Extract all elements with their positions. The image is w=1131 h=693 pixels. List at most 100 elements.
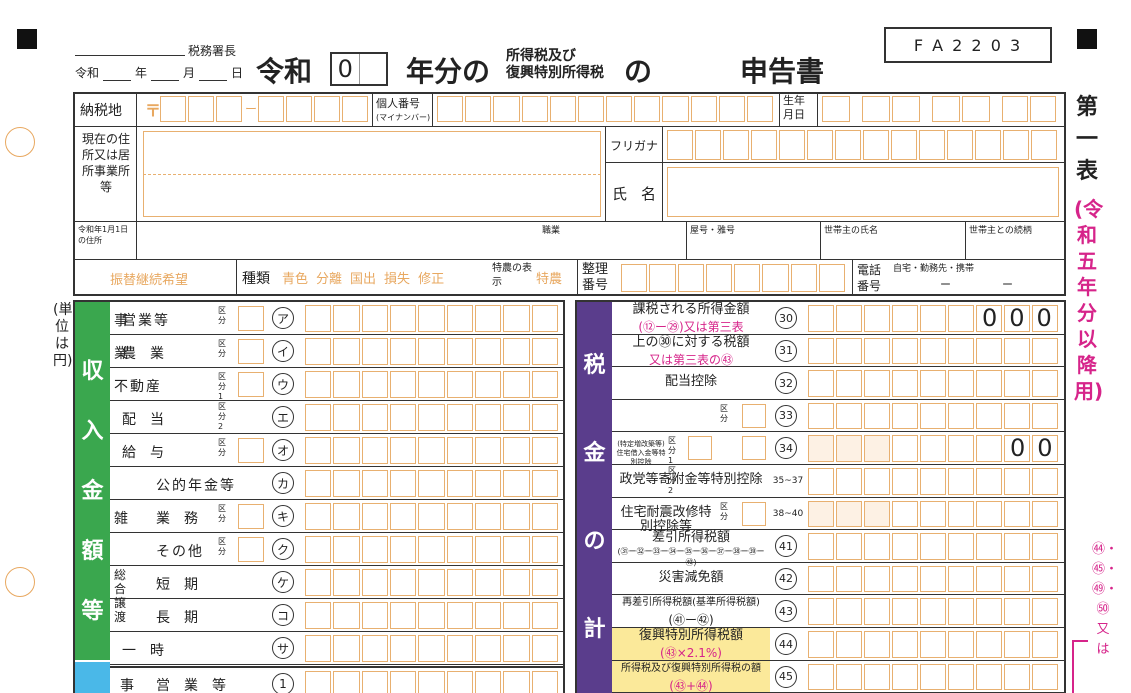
income-row-mark: ア [272, 307, 294, 329]
tax-row-label: (特定増改築等)住宅借入金等特別控除 [616, 440, 666, 467]
income-bottom-amount-input[interactable] [305, 671, 560, 693]
income-category: 雑 [114, 511, 128, 527]
tax-amount-input[interactable] [808, 500, 1060, 528]
type-separate[interactable]: 分離 [316, 268, 342, 287]
income-amount-input[interactable] [305, 635, 560, 662]
furigana-input[interactable] [667, 130, 1059, 160]
type-emigrate[interactable]: 国出 [350, 268, 376, 287]
income-item-label: 業務 [156, 511, 212, 527]
birth-label: 生年月日 [783, 94, 805, 121]
income-amount-input[interactable] [305, 503, 560, 530]
income-amount-input[interactable] [305, 371, 560, 398]
tax-amount-input[interactable] [808, 402, 1060, 430]
tax-row-label: 配当控除 [664, 374, 717, 390]
date-year-field[interactable] [103, 64, 132, 81]
postal-code-upper[interactable] [160, 96, 244, 122]
income-kubun-input[interactable] [238, 339, 264, 364]
birth-day-input[interactable] [1002, 96, 1058, 122]
date-month-field[interactable] [151, 64, 180, 81]
tax-office-line[interactable] [75, 42, 185, 56]
income-category: 総合譲渡 [114, 568, 127, 624]
year-input[interactable]: 0 [330, 52, 388, 86]
date-day-label: 日 [231, 66, 244, 80]
tax-amount-input[interactable] [808, 370, 1060, 397]
postal-code-lower[interactable] [258, 96, 370, 122]
corner-marker-left [17, 29, 37, 49]
income-row-divider [110, 334, 565, 335]
submission-date: 令和 年 月 日 [75, 64, 243, 81]
unit-label: (単位は円) [53, 302, 73, 369]
jan1-address-label: 令和年1月1日の住所 [78, 225, 129, 245]
income-item-label: 短期 [156, 577, 212, 593]
tax-row-divider [612, 594, 1066, 596]
tax-row-mark: 44 [775, 633, 797, 655]
tax-amount-value: 00 [1010, 434, 1065, 463]
income-kubun-input[interactable] [238, 438, 264, 463]
occupation-label: 職業 [542, 226, 561, 236]
income-row-divider [110, 631, 565, 632]
type-loss[interactable]: 損失 [384, 268, 410, 287]
tax-amount-input[interactable] [808, 565, 1060, 593]
ref-number-input[interactable] [621, 264, 847, 292]
tax-kubun1-input[interactable] [688, 436, 712, 461]
type-blue[interactable]: 青色 [282, 268, 308, 287]
tax-type-line1: 所得税及び [506, 48, 576, 64]
income-kubun-input[interactable] [238, 504, 264, 529]
type-amend[interactable]: 修正 [418, 268, 444, 287]
income-kubun-label: 区分 [218, 504, 226, 523]
mynumber-input[interactable] [437, 96, 775, 122]
tax-amount-input[interactable] [808, 598, 1060, 625]
mynumber-label: 個人番号 [376, 97, 420, 110]
income-amount-input[interactable] [305, 536, 560, 563]
income-item-label: 公的年金等 [156, 478, 236, 494]
birth-month-input[interactable] [932, 96, 992, 122]
tax-amount-input[interactable] [808, 468, 1060, 495]
income-kubun-label: 区分1 区分2 [218, 372, 226, 431]
income-amount-input[interactable] [305, 437, 560, 464]
income-kubun-label: 区分 [218, 339, 226, 358]
tax-row-label: 災害減免額 [658, 569, 724, 585]
income-row-mark: サ [272, 637, 294, 659]
income-amount-input[interactable] [305, 338, 560, 365]
tax-type: 所得税及び 復興特別所得税 [506, 48, 604, 82]
tax-amount-input[interactable] [808, 631, 1060, 658]
phone-label: 電話番号 [857, 263, 882, 293]
name-input[interactable] [667, 167, 1059, 217]
date-day-field[interactable] [199, 64, 228, 81]
year-digit-2[interactable] [360, 54, 387, 84]
tax-kubun-input[interactable] [742, 403, 766, 428]
income-amount-input[interactable] [305, 470, 560, 497]
tax-row-divider [612, 496, 1066, 498]
special-value[interactable]: 特農 [536, 268, 562, 287]
income-row-mark: オ [272, 439, 294, 461]
page-title: 申告書 [740, 55, 825, 88]
income-kubun-input[interactable] [238, 372, 264, 397]
pink-bracket [1072, 640, 1088, 693]
tax-kubun-input[interactable] [742, 501, 766, 526]
punch-hole-bottom [5, 567, 35, 597]
income-amount-input[interactable] [305, 305, 560, 332]
income-amount-input[interactable] [305, 569, 560, 596]
mynumber-sublabel: (マイナンバー) [376, 113, 431, 122]
tax-row-mark: 45 [775, 665, 797, 688]
tax-kubun-input[interactable] [742, 436, 766, 461]
tax-row-sublabel: 又は第三表の㊸ [648, 352, 733, 367]
income-kubun-input[interactable] [238, 306, 264, 331]
income-kubun-input[interactable] [238, 537, 264, 562]
tax-amount-input[interactable] [808, 533, 1060, 560]
tax-amount-input[interactable] [808, 337, 1060, 365]
tax-row-mark: 35~37 [773, 470, 803, 492]
date-era: 令和 [75, 66, 100, 80]
postal-dash: ー [245, 102, 258, 116]
tax-row-sublabel: (㊸×2.1%) [660, 646, 722, 660]
income-row-divider [110, 499, 565, 500]
tax-kubun-label: 区分1 区分2 [668, 436, 676, 496]
tax-row-sublabel: (㊶ー㊷) [668, 613, 714, 628]
birth-era-input[interactable] [822, 96, 852, 122]
income-row-divider [110, 400, 565, 401]
income-amount-input[interactable] [305, 602, 560, 629]
income-amount-input[interactable] [305, 404, 560, 431]
tax-amount-input[interactable] [808, 663, 1060, 691]
householder-label: 世帯主の氏名 [824, 226, 879, 236]
birth-year-input[interactable] [862, 96, 922, 122]
